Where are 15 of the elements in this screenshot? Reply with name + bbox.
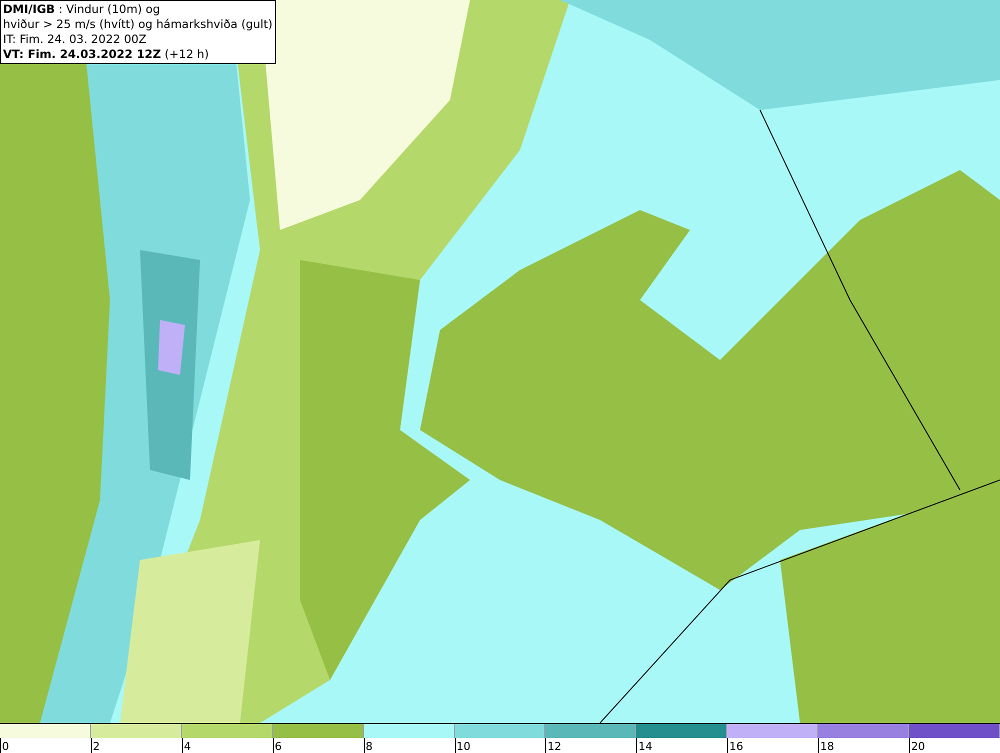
legend-label: 4	[182, 740, 191, 753]
legend-label: 0	[1, 740, 9, 753]
legend-label: 20	[910, 740, 926, 753]
legend-label: 2	[92, 740, 100, 753]
legend-label: 12	[546, 740, 562, 753]
legend-label: 16	[728, 740, 744, 753]
legend-label: 8	[364, 740, 373, 753]
info-text: hviður > 25 m/s (hvítt) og hámarkshviða (gult)	[3, 17, 272, 32]
info-text: IT: Fim. 24. 03. 2022 00Z	[3, 32, 148, 47]
info-text: DMI/IGB : Vindur (10m) og	[3, 2, 162, 17]
legend-label: 6	[274, 740, 282, 753]
legend-label: 10	[456, 740, 471, 753]
legend-label: 18	[819, 740, 834, 753]
info-text: VT: Fim. 24.03.2022 12Z (+12 h)	[3, 47, 210, 62]
legend-label: 14	[637, 740, 652, 753]
